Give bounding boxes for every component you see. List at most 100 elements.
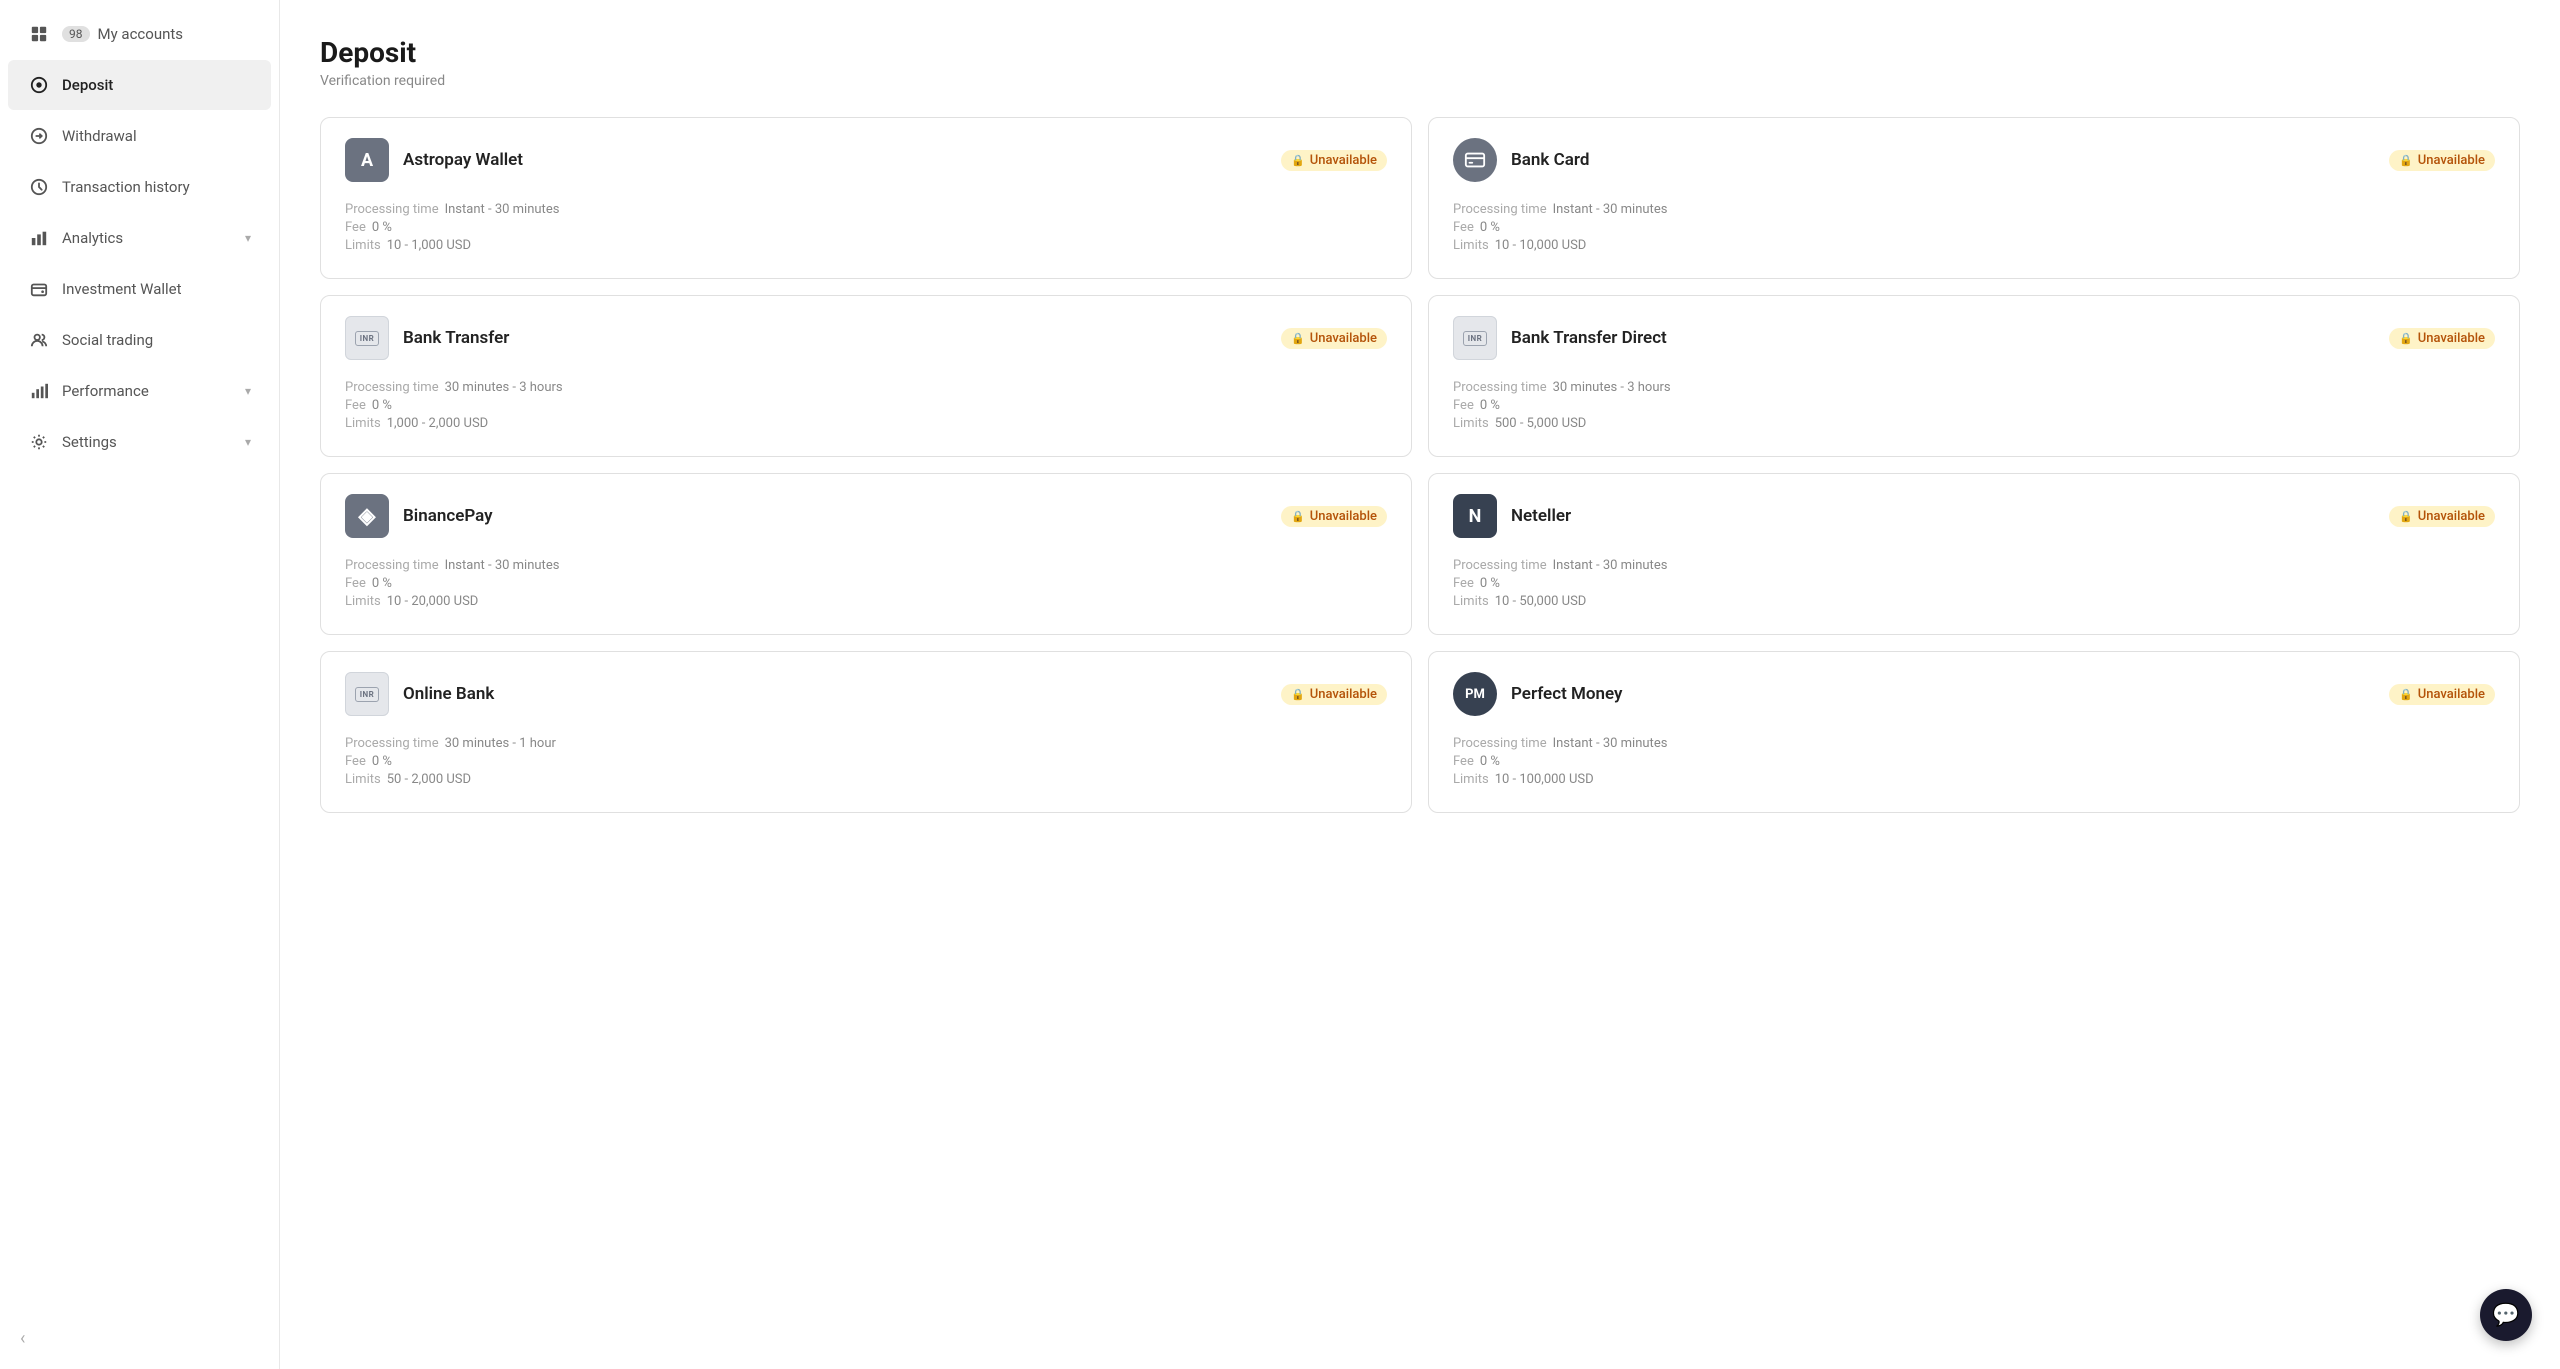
fee-label-binancepay: Fee xyxy=(345,576,366,591)
processing-time-label-astropay: Processing time xyxy=(345,202,439,217)
card-logo-bank-card xyxy=(1453,138,1497,182)
payment-card-binancepay[interactable]: ◈ BinancePay 🔒 Unavailable Processing ti… xyxy=(320,473,1412,635)
payment-card-bank-transfer-direct[interactable]: INR Bank Transfer Direct 🔒 Unavailable P… xyxy=(1428,295,2520,457)
sidebar-item-label-settings: Settings xyxy=(62,433,117,451)
fee-row-perfect-money: Fee 0 % xyxy=(1453,754,2495,769)
lock-icon-astropay: 🔒 xyxy=(1291,154,1305,167)
processing-time-label-bank-transfer-direct: Processing time xyxy=(1453,380,1547,395)
unavailable-badge-neteller: 🔒 Unavailable xyxy=(2389,506,2495,527)
limits-value-binancepay: 10 - 20,000 USD xyxy=(387,594,479,609)
processing-time-value-bank-transfer-direct: 30 minutes - 3 hours xyxy=(1553,380,1671,395)
limits-value-astropay: 10 - 1,000 USD xyxy=(387,238,471,253)
limits-row-astropay: Limits 10 - 1,000 USD xyxy=(345,238,1387,253)
chat-icon: 💬 xyxy=(2492,1303,2519,1328)
sidebar-item-deposit[interactable]: Deposit xyxy=(8,60,271,110)
sidebar-item-investment-wallet[interactable]: Investment Wallet xyxy=(8,264,271,314)
processing-time-label-perfect-money: Processing time xyxy=(1453,736,1547,751)
limits-value-bank-card: 10 - 10,000 USD xyxy=(1495,238,1587,253)
fee-label-perfect-money: Fee xyxy=(1453,754,1474,769)
limits-value-online-bank: 50 - 2,000 USD xyxy=(387,772,471,787)
processing-time-row-astropay: Processing time Instant - 30 minutes xyxy=(345,202,1387,217)
chevron-down-icon-settings: ▾ xyxy=(245,435,251,449)
unavailable-label-neteller: Unavailable xyxy=(2418,509,2485,524)
processing-time-row-bank-transfer-direct: Processing time 30 minutes - 3 hours xyxy=(1453,380,2495,395)
processing-time-value-neteller: Instant - 30 minutes xyxy=(1553,558,1668,573)
fee-row-online-bank: Fee 0 % xyxy=(345,754,1387,769)
limits-value-perfect-money: 10 - 100,000 USD xyxy=(1495,772,1594,787)
card-logo-online-bank: INR xyxy=(345,672,389,716)
fee-value-astropay: 0 % xyxy=(372,220,392,235)
limits-label-astropay: Limits xyxy=(345,238,381,253)
processing-time-value-perfect-money: Instant - 30 minutes xyxy=(1553,736,1668,751)
payment-card-astropay[interactable]: A Astropay Wallet 🔒 Unavailable Processi… xyxy=(320,117,1412,279)
main-content: Deposit Verification required A Astropay… xyxy=(280,0,2560,1369)
card-logo-neteller: N xyxy=(1453,494,1497,538)
chevron-down-icon-analytics: ▾ xyxy=(245,231,251,245)
card-logo-astropay: A xyxy=(345,138,389,182)
users-icon xyxy=(28,329,50,351)
unavailable-label-binancepay: Unavailable xyxy=(1310,509,1377,524)
card-title-group-bank-transfer: INR Bank Transfer xyxy=(345,316,509,360)
sidebar-item-label-deposit: Deposit xyxy=(62,76,113,94)
card-title-group-bank-transfer-direct: INR Bank Transfer Direct xyxy=(1453,316,1667,360)
processing-time-value-online-bank: 30 minutes - 1 hour xyxy=(445,736,556,751)
limits-value-neteller: 10 - 50,000 USD xyxy=(1495,594,1587,609)
clock-icon xyxy=(28,176,50,198)
card-details-neteller: Processing time Instant - 30 minutes Fee… xyxy=(1453,558,2495,609)
card-details-bank-transfer: Processing time 30 minutes - 3 hours Fee… xyxy=(345,380,1387,431)
fee-row-neteller: Fee 0 % xyxy=(1453,576,2495,591)
processing-time-row-bank-transfer: Processing time 30 minutes - 3 hours xyxy=(345,380,1387,395)
sidebar-item-transaction-history[interactable]: Transaction history xyxy=(8,162,271,212)
sidebar-item-withdrawal[interactable]: Withdrawal xyxy=(8,111,271,161)
chat-fab-button[interactable]: 💬 xyxy=(2480,1289,2532,1341)
chart-bar-icon xyxy=(28,227,50,249)
sidebar-item-settings[interactable]: Settings ▾ xyxy=(8,417,271,467)
processing-time-row-online-bank: Processing time 30 minutes - 1 hour xyxy=(345,736,1387,751)
fee-label-astropay: Fee xyxy=(345,220,366,235)
card-header-neteller: N Neteller 🔒 Unavailable xyxy=(1453,494,2495,538)
lock-icon-bank-transfer-direct: 🔒 xyxy=(2399,332,2413,345)
unavailable-badge-bank-transfer-direct: 🔒 Unavailable xyxy=(2389,328,2495,349)
payment-card-bank-card[interactable]: Bank Card 🔒 Unavailable Processing time … xyxy=(1428,117,2520,279)
processing-time-value-bank-transfer: 30 minutes - 3 hours xyxy=(445,380,563,395)
card-title-group-astropay: A Astropay Wallet xyxy=(345,138,523,182)
card-details-binancepay: Processing time Instant - 30 minutes Fee… xyxy=(345,558,1387,609)
card-name-binancepay: BinancePay xyxy=(403,506,493,526)
fee-value-bank-card: 0 % xyxy=(1480,220,1500,235)
sidebar-item-analytics[interactable]: Analytics▾ xyxy=(8,213,271,263)
chevron-down-icon-performance: ▾ xyxy=(245,384,251,398)
card-title-group-online-bank: INR Online Bank xyxy=(345,672,494,716)
card-details-astropay: Processing time Instant - 30 minutes Fee… xyxy=(345,202,1387,253)
payment-card-online-bank[interactable]: INR Online Bank 🔒 Unavailable Processing… xyxy=(320,651,1412,813)
card-title-group-perfect-money: PM Perfect Money xyxy=(1453,672,1622,716)
card-name-bank-transfer: Bank Transfer xyxy=(403,328,509,348)
sidebar-item-my-accounts[interactable]: 98My accounts xyxy=(8,9,271,59)
limits-row-neteller: Limits 10 - 50,000 USD xyxy=(1453,594,2495,609)
limits-label-bank-card: Limits xyxy=(1453,238,1489,253)
limits-row-binancepay: Limits 10 - 20,000 USD xyxy=(345,594,1387,609)
fee-value-bank-transfer-direct: 0 % xyxy=(1480,398,1500,413)
card-logo-bank-transfer: INR xyxy=(345,316,389,360)
circle-dot-icon xyxy=(28,74,50,96)
card-logo-perfect-money: PM xyxy=(1453,672,1497,716)
processing-time-value-binancepay: Instant - 30 minutes xyxy=(445,558,560,573)
sidebar-item-social-trading[interactable]: Social trading xyxy=(8,315,271,365)
processing-time-value-astropay: Instant - 30 minutes xyxy=(445,202,560,217)
payment-card-bank-transfer[interactable]: INR Bank Transfer 🔒 Unavailable Processi… xyxy=(320,295,1412,457)
page-title: Deposit xyxy=(320,36,2520,69)
circle-arrow-icon xyxy=(28,125,50,147)
fee-value-perfect-money: 0 % xyxy=(1480,754,1500,769)
bar-chart-icon xyxy=(28,380,50,402)
card-title-group-neteller: N Neteller xyxy=(1453,494,1571,538)
sidebar-collapse-button[interactable]: ‹ xyxy=(0,1316,279,1361)
payment-card-perfect-money[interactable]: PM Perfect Money 🔒 Unavailable Processin… xyxy=(1428,651,2520,813)
limits-value-bank-transfer-direct: 500 - 5,000 USD xyxy=(1495,416,1587,431)
card-details-bank-card: Processing time Instant - 30 minutes Fee… xyxy=(1453,202,2495,253)
sidebar-item-performance[interactable]: Performance▾ xyxy=(8,366,271,416)
fee-value-neteller: 0 % xyxy=(1480,576,1500,591)
payment-card-neteller[interactable]: N Neteller 🔒 Unavailable Processing time… xyxy=(1428,473,2520,635)
card-name-bank-card: Bank Card xyxy=(1511,150,1589,170)
limits-value-bank-transfer: 1,000 - 2,000 USD xyxy=(387,416,489,431)
card-title-group-binancepay: ◈ BinancePay xyxy=(345,494,493,538)
processing-time-label-bank-transfer: Processing time xyxy=(345,380,439,395)
